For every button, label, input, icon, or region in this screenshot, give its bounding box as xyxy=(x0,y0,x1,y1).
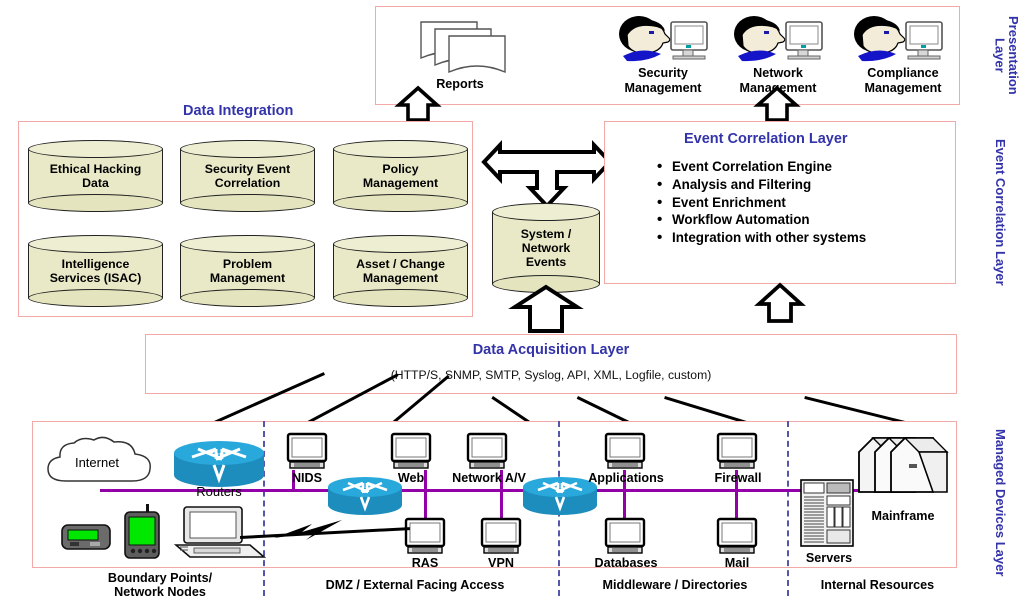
bullet-item: Integration with other systems xyxy=(655,228,866,248)
device-label-databases: Databases xyxy=(594,556,658,570)
device-label-vpn: VPN xyxy=(488,556,514,570)
device-label-routers: Routers xyxy=(196,484,242,499)
device-label-servers: Servers xyxy=(805,551,853,565)
zone-label-boundary-points: Boundary Points/ Network Nodes xyxy=(75,571,245,600)
computer-icon-vpn xyxy=(478,517,524,556)
device-label-ras: RAS xyxy=(411,556,439,570)
device-label-applications: Applications xyxy=(588,471,664,485)
section-title-data-acquisition-layer: Data Acquisition Layer xyxy=(472,342,630,358)
mainframe-icon xyxy=(855,430,955,508)
section-title-event-correlation-layer: Event Correlation Layer xyxy=(684,131,848,147)
router-icon-routers xyxy=(170,439,268,489)
bullet-item: Analysis and Filtering xyxy=(655,175,866,195)
device-label-nids: NIDS xyxy=(291,471,323,485)
zone-label-line2: Network Nodes xyxy=(114,585,206,600)
bullet-item: Event Correlation Engine xyxy=(655,157,866,177)
presentation-item-label-security-1: Security xyxy=(638,66,688,80)
data-acquisition-protocols: (HTTP/S, SNMP, SMTP, Syslog, API, XML, L… xyxy=(390,368,712,382)
data-store-intelligence-services: Intelligence Services (ISAC) xyxy=(28,235,163,307)
data-store-label-1b: Data xyxy=(82,176,109,190)
data-store-label-6b: Management xyxy=(362,271,439,285)
vertical-label-presentation-layer: Presentation Layer xyxy=(980,8,1021,103)
zone-label-line1: Boundary Points/ xyxy=(107,571,213,585)
reports-icon xyxy=(415,18,515,76)
arrow-up-to-reports xyxy=(394,85,442,122)
server-rack-icon-servers xyxy=(799,478,855,550)
vertical-label-managed-devices-layer: Managed Devices Layer xyxy=(993,429,1008,577)
pager-icon xyxy=(60,521,112,553)
data-store-problem-management: Problem Management xyxy=(180,235,315,307)
section-title-data-integration: Data Integration xyxy=(183,103,294,119)
presentation-item-label-security-2: Management xyxy=(624,81,702,95)
computer-icon-web xyxy=(388,432,434,471)
zone-label-middleware: Middleware / Directories xyxy=(602,578,748,592)
computer-icon-firewall xyxy=(714,432,760,471)
device-label-mainframe: Mainframe xyxy=(871,509,935,523)
laptop-icon xyxy=(173,505,270,561)
data-store-label-4b: Services (ISAC) xyxy=(49,271,142,285)
arrow-up-to-consoles xyxy=(753,85,801,122)
data-store-policy-management: Policy Management xyxy=(333,140,468,212)
data-store-label-6a: Asset / Change xyxy=(356,256,445,271)
data-store-label-2a: Security Event xyxy=(204,161,291,176)
device-label-firewall: Firewall xyxy=(714,471,762,485)
user-monitor-icon-network xyxy=(728,14,826,70)
data-store-label-5b: Management xyxy=(209,271,286,285)
arrow-bidirectional-events-bus xyxy=(481,139,613,210)
events-store-line3: Events xyxy=(525,255,567,270)
pda-icon xyxy=(122,504,166,560)
device-label-network-av: Network A/V xyxy=(452,471,526,485)
computer-icon-nids xyxy=(284,432,330,471)
data-store-system-network-events: System / Network Events xyxy=(492,203,600,293)
computer-icon-network-av xyxy=(464,432,510,471)
vertical-label-presentation-line2: Layer xyxy=(992,38,1008,73)
zone-label-dmz: DMZ / External Facing Access xyxy=(325,578,505,592)
arrow-up-to-event-correlation-layer xyxy=(754,282,806,323)
data-store-ethical-hacking: Ethical Hacking Data xyxy=(28,140,163,212)
zone-label-internal-resources: Internal Resources xyxy=(820,578,935,592)
computer-icon-databases xyxy=(602,517,648,556)
zone-divider xyxy=(787,421,789,596)
data-store-label-2b: Correlation xyxy=(214,176,281,190)
data-store-label-5a: Problem xyxy=(222,256,273,271)
computer-icon-ras xyxy=(402,517,448,556)
lightning-bolt-icon xyxy=(272,518,352,546)
data-store-label-1a: Ethical Hacking xyxy=(49,161,142,176)
computer-icon-mail xyxy=(714,517,760,556)
user-monitor-icon-security xyxy=(613,14,711,70)
data-store-label-3b: Management xyxy=(362,176,439,190)
data-store-asset-change-management: Asset / Change Management xyxy=(333,235,468,307)
presentation-item-label-compliance-2: Management xyxy=(864,81,942,95)
data-store-label-3a: Policy xyxy=(382,161,419,176)
data-acquisition-layer-box: Data Acquisition Layer (HTTP/S, SNMP, SM… xyxy=(145,334,957,394)
computer-icon-applications xyxy=(602,432,648,471)
device-label-internet: Internet xyxy=(74,455,120,470)
event-correlation-bullet-list: Event Correlation Engine Analysis and Fi… xyxy=(655,157,866,248)
data-store-security-event-correlation: Security Event Correlation xyxy=(180,140,315,212)
bullet-item: Event Enrichment xyxy=(655,193,866,213)
vertical-label-presentation-line1: Presentation xyxy=(1006,16,1021,95)
events-store-line1: System / xyxy=(520,226,572,241)
device-label-web: Web xyxy=(397,471,425,485)
user-monitor-icon-compliance xyxy=(848,14,946,70)
presentation-item-label-network-1: Network xyxy=(753,66,803,80)
data-store-label-4a: Intelligence xyxy=(61,256,130,271)
bullet-item: Workflow Automation xyxy=(655,210,866,230)
presentation-item-label-compliance-1: Compliance xyxy=(867,66,939,80)
events-store-line2: Network xyxy=(521,240,571,255)
device-label-mail: Mail xyxy=(724,556,750,570)
vertical-label-event-correlation-layer: Event Correlation Layer xyxy=(993,139,1008,286)
